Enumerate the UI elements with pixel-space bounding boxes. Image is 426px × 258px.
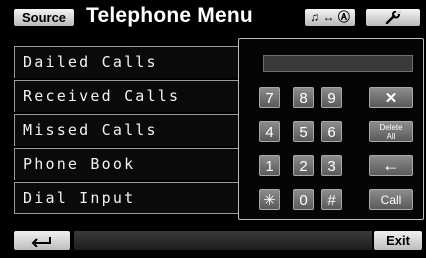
bottom-strip — [74, 231, 372, 250]
key-4[interactable]: 4 — [259, 121, 280, 142]
key-star[interactable]: ✳ — [259, 189, 280, 210]
key-5[interactable]: 5 — [293, 121, 314, 142]
audio-mode-button[interactable]: ♫ ↔ Ⓐ — [305, 9, 355, 26]
clear-key[interactable]: ✕ — [369, 87, 413, 108]
delete-all-label-line2: All — [386, 132, 396, 141]
dial-number-display — [263, 55, 413, 72]
menu-item-missed-calls[interactable]: Missed Calls — [14, 114, 240, 146]
menu-item-received-calls[interactable]: Received Calls — [14, 80, 240, 112]
delete-all-label-line1: Delete — [379, 123, 403, 132]
back-button[interactable] — [14, 231, 70, 250]
delete-all-key[interactable]: Delete All — [369, 121, 413, 142]
top-bar: Source Telephone Menu ♫ ↔ Ⓐ — [0, 0, 426, 34]
backspace-key[interactable]: ← — [369, 155, 413, 176]
key-2[interactable]: 2 — [293, 155, 314, 176]
exit-button[interactable]: Exit — [374, 231, 422, 250]
key-3[interactable]: 3 — [321, 155, 342, 176]
telephone-menu-list: Dailed Calls Received Calls Missed Calls… — [14, 46, 240, 214]
key-hash[interactable]: # — [321, 189, 342, 210]
return-arrow-icon — [31, 236, 51, 247]
key-6[interactable]: 6 — [321, 121, 342, 142]
menu-item-phone-book[interactable]: Phone Book — [14, 148, 240, 180]
key-7[interactable]: 7 — [259, 87, 280, 108]
call-button[interactable]: Call — [369, 189, 413, 210]
dial-keypad: 7 8 9 ✕ 4 5 6 Delete All 1 2 3 ← ✳ 0 # C… — [238, 38, 424, 220]
key-9[interactable]: 9 — [321, 87, 342, 108]
menu-item-dial-input[interactable]: Dial Input — [14, 182, 240, 214]
key-0[interactable]: 0 — [293, 189, 314, 210]
setup-button[interactable] — [366, 9, 420, 26]
bottom-bar: Exit — [0, 227, 426, 258]
menu-item-dailed-calls[interactable]: Dailed Calls — [14, 46, 240, 78]
wrench-icon — [385, 11, 401, 24]
source-button[interactable]: Source — [14, 9, 74, 26]
key-8[interactable]: 8 — [293, 87, 314, 108]
page-title: Telephone Menu — [86, 4, 253, 27]
key-1[interactable]: 1 — [259, 155, 280, 176]
